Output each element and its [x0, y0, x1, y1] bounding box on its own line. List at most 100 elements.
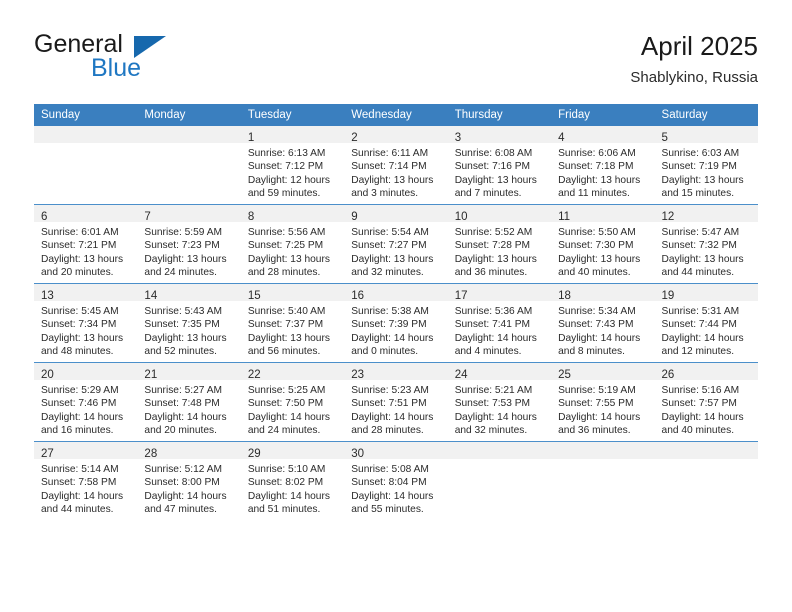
sunset-text: Sunset: 7:55 PM [558, 398, 634, 410]
day-number-strip [34, 126, 138, 143]
day-number-strip: 10 [447, 205, 552, 223]
calendar-day-cell[interactable]: 11 Sunrise: 5:50 AM Sunset: 7:30 PM Dayligh… [551, 204, 655, 284]
calendar-day-cell[interactable]: 25 Sunrise: 5:19 AM Sunset: 7:55 PM Dayligh… [551, 362, 655, 442]
day-details: Sunrise: 6:08 AM Sunset: 7:16 PM Daylight:… [448, 143, 551, 201]
calendar-day-cell[interactable]: 19 Sunrise: 5:31 AM Sunset: 7:44 PM Dayligh… [654, 283, 758, 363]
sunrise-text: Sunrise: 6:11 AM [351, 148, 429, 159]
calendar-day-cell[interactable]: 20 Sunrise: 5:29 AM Sunset: 7:46 PM Dayligh… [34, 362, 138, 442]
calendar-day-cell[interactable]: 8 Sunrise: 5:56 AM Sunset: 7:25 PM Daylight… [240, 204, 345, 284]
daylight-text: Daylight: 13 hours [351, 174, 434, 186]
day-number-strip: 14 [137, 284, 241, 302]
calendar-day-cell[interactable]: 9 Sunrise: 5:54 AM Sunset: 7:27 PM Daylight… [344, 204, 448, 284]
daylight-text-cont: and 40 minutes. [661, 425, 735, 437]
calendar-day-cell[interactable]: 6 Sunrise: 6:01 AM Sunset: 7:21 PM Daylight… [34, 204, 138, 284]
calendar-day-cell[interactable]: 30 Sunrise: 5:08 AM Sunset: 8:04 PM Dayligh… [344, 441, 448, 520]
sunset-text: Sunset: 7:12 PM [247, 161, 324, 173]
calendar-day-cell[interactable]: 3 Sunrise: 6:08 AM Sunset: 7:16 PM Daylight… [447, 126, 552, 205]
day-details: Sunrise: 5:38 AM Sunset: 7:39 PM Daylight:… [344, 301, 447, 359]
calendar-week-row: 13 Sunrise: 5:45 AM Sunset: 7:34 PM Dayligh… [34, 283, 758, 363]
daylight-text-cont: and 15 minutes. [661, 188, 735, 200]
calendar-body: 1 Sunrise: 6:13 AM Sunset: 7:12 PM Daylight… [34, 126, 758, 520]
calendar-day-cell[interactable]: 27 Sunrise: 5:14 AM Sunset: 7:58 PM Dayligh… [34, 441, 138, 520]
sunset-text: Sunset: 7:28 PM [454, 240, 531, 252]
day-details [448, 459, 551, 463]
page-subtitle: Shablykino, Russia [630, 69, 758, 86]
daylight-text: Daylight: 14 hours [454, 332, 537, 344]
sunrise-text: Sunrise: 5:31 AM [661, 306, 740, 317]
day-details: Sunrise: 6:11 AM Sunset: 7:14 PM Daylight:… [344, 143, 447, 201]
day-details: Sunrise: 6:03 AM Sunset: 7:19 PM Daylight:… [655, 143, 758, 201]
daylight-text: Daylight: 13 hours [144, 253, 227, 265]
sunset-text: Sunset: 7:27 PM [351, 240, 427, 252]
sunrise-text: Sunrise: 5:19 AM [558, 385, 636, 396]
calendar-day-cell[interactable]: 1 Sunrise: 6:13 AM Sunset: 7:12 PM Daylight… [240, 126, 345, 205]
weekday-header-tuesday: Tuesday [240, 104, 345, 126]
calendar-day-cell[interactable]: 4 Sunrise: 6:06 AM Sunset: 7:18 PM Daylight… [551, 126, 655, 205]
day-number-strip: 6 [34, 205, 138, 223]
daylight-text: Daylight: 14 hours [351, 332, 434, 344]
sunset-text: Sunset: 7:41 PM [454, 319, 531, 331]
day-number: 10 [454, 211, 468, 223]
day-details: Sunrise: 5:12 AM Sunset: 8:00 PM Daylight:… [137, 459, 240, 517]
day-number: 23 [351, 369, 365, 381]
day-details: Sunrise: 5:52 AM Sunset: 7:28 PM Daylight:… [448, 222, 551, 280]
calendar-week-row: 20 Sunrise: 5:29 AM Sunset: 7:46 PM Dayligh… [34, 362, 758, 442]
brand-logo[interactable]: General Blue [34, 30, 294, 88]
calendar-day-cell[interactable]: 16 Sunrise: 5:38 AM Sunset: 7:39 PM Dayligh… [344, 283, 448, 363]
daylight-text: Daylight: 14 hours [41, 490, 124, 502]
daylight-text: Daylight: 14 hours [558, 411, 641, 423]
calendar-day-cell[interactable]: 24 Sunrise: 5:21 AM Sunset: 7:53 PM Dayligh… [447, 362, 552, 442]
day-number-strip: 30 [344, 442, 448, 460]
day-number: 3 [454, 132, 462, 144]
day-number: 9 [351, 211, 358, 223]
calendar-day-cell[interactable]: 22 Sunrise: 5:25 AM Sunset: 7:50 PM Dayligh… [240, 362, 345, 442]
sunrise-text: Sunrise: 5:45 AM [41, 306, 119, 317]
calendar-day-cell[interactable]: 2 Sunrise: 6:11 AM Sunset: 7:14 PM Daylight… [344, 126, 448, 205]
day-number-strip: 15 [240, 284, 345, 302]
daylight-text-cont: and 24 minutes. [247, 425, 321, 437]
day-details: Sunrise: 5:56 AM Sunset: 7:25 PM Daylight:… [241, 222, 344, 280]
weekday-header-thursday: Thursday [447, 104, 552, 126]
page-title: April 2025 [640, 31, 758, 61]
day-details: Sunrise: 6:01 AM Sunset: 7:21 PM Daylight:… [34, 222, 137, 280]
day-number-strip: 8 [240, 205, 345, 223]
brand-name-blue: Blue [91, 54, 142, 82]
calendar-day-cell[interactable]: 15 Sunrise: 5:40 AM Sunset: 7:37 PM Dayligh… [240, 283, 345, 363]
day-number-strip: 21 [137, 363, 241, 381]
calendar-day-cell[interactable]: 28 Sunrise: 5:12 AM Sunset: 8:00 PM Dayligh… [137, 441, 241, 520]
day-number: 30 [351, 448, 365, 460]
calendar-day-cell[interactable]: 13 Sunrise: 5:45 AM Sunset: 7:34 PM Dayligh… [34, 283, 138, 363]
sunset-text: Sunset: 7:46 PM [41, 398, 117, 410]
sunset-text: Sunset: 7:53 PM [454, 398, 531, 410]
day-number-strip [551, 442, 655, 459]
calendar-day-cell[interactable]: 21 Sunrise: 5:27 AM Sunset: 7:48 PM Dayligh… [137, 362, 241, 442]
calendar-day-cell[interactable]: 10 Sunrise: 5:52 AM Sunset: 7:28 PM Dayligh… [447, 204, 552, 284]
calendar-day-cell[interactable]: 23 Sunrise: 5:23 AM Sunset: 7:51 PM Dayligh… [344, 362, 448, 442]
day-details: Sunrise: 5:59 AM Sunset: 7:23 PM Daylight:… [137, 222, 240, 280]
calendar-day-cell[interactable]: 26 Sunrise: 5:16 AM Sunset: 7:57 PM Dayligh… [654, 362, 758, 442]
daylight-text: Daylight: 14 hours [661, 332, 744, 344]
sunrise-text: Sunrise: 5:50 AM [558, 227, 636, 238]
calendar-day-cell[interactable]: 7 Sunrise: 5:59 AM Sunset: 7:23 PM Daylight… [137, 204, 241, 284]
calendar-day-cell[interactable]: 5 Sunrise: 6:03 AM Sunset: 7:19 PM Daylight… [654, 126, 758, 205]
sunset-text: Sunset: 7:30 PM [558, 240, 634, 252]
daylight-text-cont: and 55 minutes. [351, 504, 424, 516]
daylight-text-cont: and 48 minutes. [41, 346, 114, 358]
calendar-day-cell[interactable]: 18 Sunrise: 5:34 AM Sunset: 7:43 PM Dayligh… [551, 283, 655, 363]
daylight-text: Daylight: 13 hours [41, 253, 124, 265]
weekday-header-row: Sunday Monday Tuesday Wednesday Thursday Frid… [34, 104, 758, 126]
calendar-day-cell[interactable]: 17 Sunrise: 5:36 AM Sunset: 7:41 PM Dayligh… [447, 283, 552, 363]
calendar-day-cell-empty [551, 441, 655, 520]
day-number-strip: 2 [344, 126, 448, 144]
calendar-day-cell-empty [137, 126, 241, 205]
sunset-text: Sunset: 7:37 PM [247, 319, 324, 331]
calendar-day-cell[interactable]: 29 Sunrise: 5:10 AM Sunset: 8:02 PM Dayligh… [240, 441, 345, 520]
day-number-strip: 26 [654, 363, 758, 381]
day-number-strip: 25 [551, 363, 655, 381]
daylight-text-cont: and 44 minutes. [661, 267, 735, 279]
sunset-text: Sunset: 7:51 PM [351, 398, 427, 410]
calendar-day-cell[interactable]: 12 Sunrise: 5:47 AM Sunset: 7:32 PM Dayligh… [654, 204, 758, 284]
calendar-day-cell[interactable]: 14 Sunrise: 5:43 AM Sunset: 7:35 PM Dayligh… [137, 283, 241, 363]
daylight-text-cont: and 36 minutes. [558, 425, 631, 437]
day-number-strip: 12 [654, 205, 758, 223]
